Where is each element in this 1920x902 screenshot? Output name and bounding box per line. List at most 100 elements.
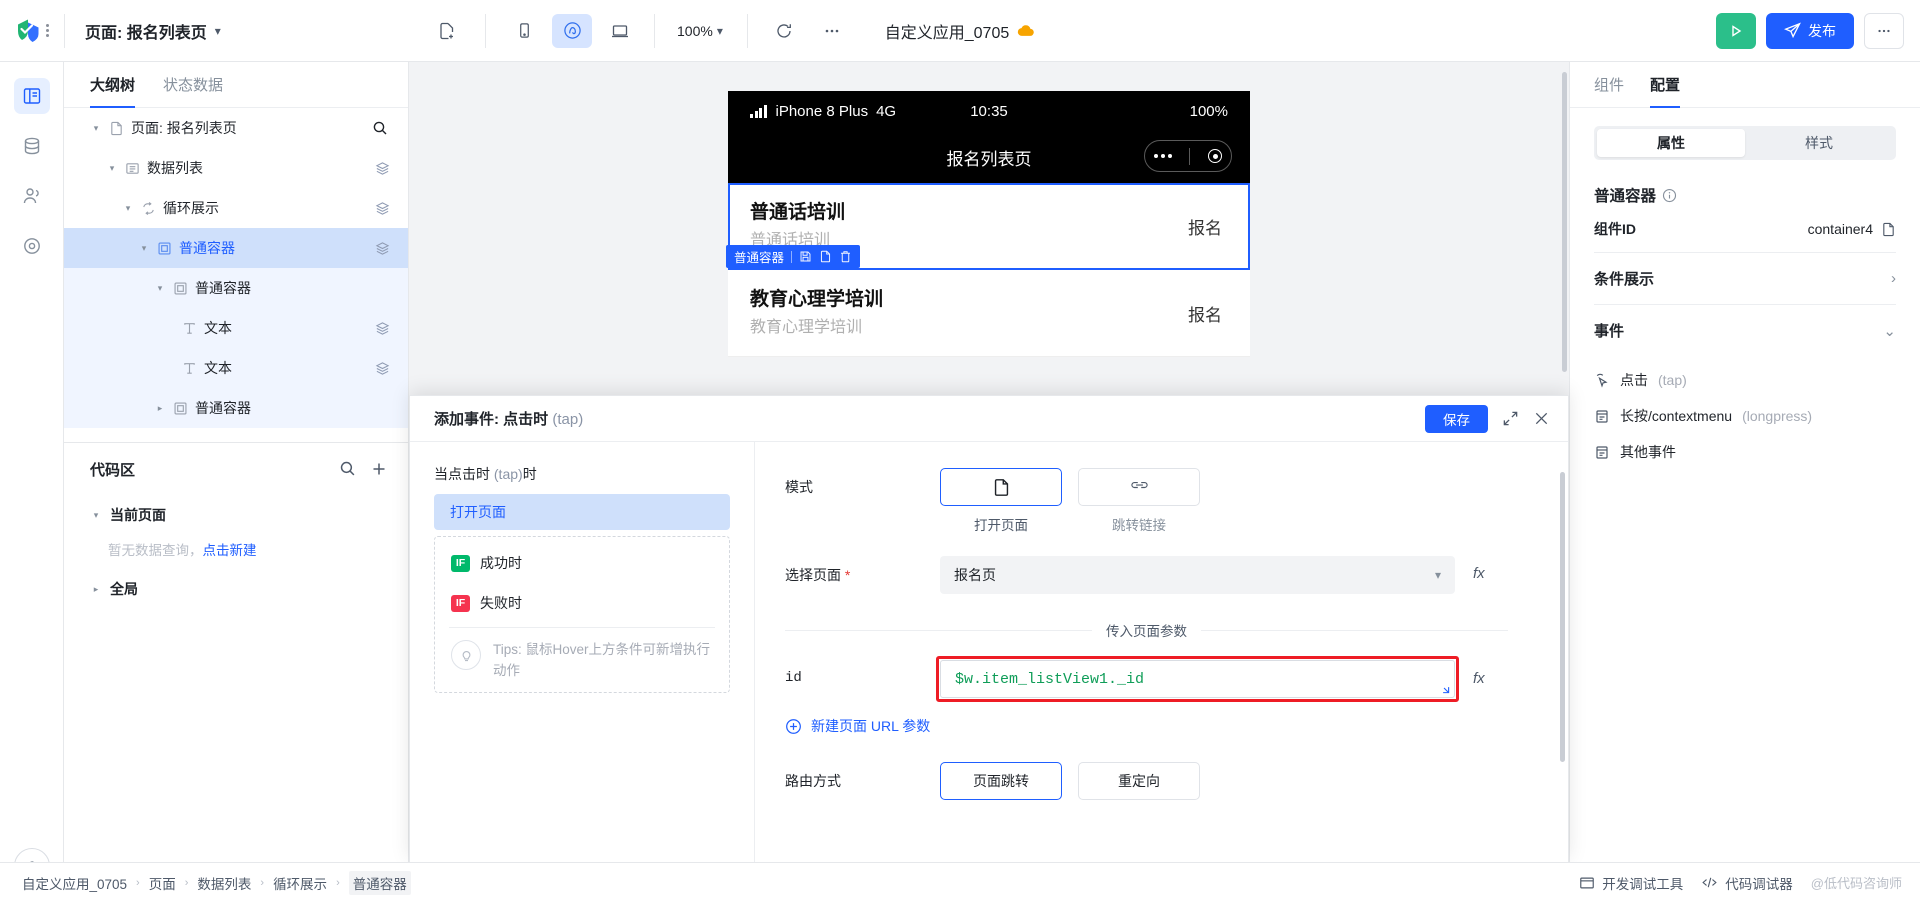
breadcrumb-item[interactable]: 自定义应用_0705 (22, 873, 127, 893)
tree-root-row[interactable]: ▾ 页面: 报名列表页 (90, 118, 237, 138)
close-circle-icon[interactable] (1208, 149, 1223, 163)
action-item-open-page[interactable]: 打开页面 (434, 494, 730, 530)
tab-state-data[interactable]: 状态数据 (163, 62, 223, 108)
breadcrumb-item[interactable]: 数据列表 (197, 873, 251, 893)
mode-option-open-page[interactable]: 打开页面 (940, 468, 1062, 534)
chevron-down-icon[interactable]: ▾ (90, 123, 102, 134)
text-icon (182, 321, 197, 336)
left-panel: 大纲树 状态数据 ▾ 页面: 报名列表页 ▾ 数据列表 ▾ 循环展示 ▾ 普通容… (64, 62, 409, 862)
ellipsis-icon[interactable] (1153, 154, 1172, 158)
chevron-down-icon[interactable]: ▾ (138, 243, 150, 254)
route-option-navigate[interactable]: 页面跳转 (940, 762, 1062, 800)
segment-styles[interactable]: 样式 (1745, 129, 1893, 157)
param-value-input[interactable]: $w.item_listView1._id (936, 656, 1459, 702)
tree-node-container-child[interactable]: ▾ 普通容器 (64, 268, 408, 308)
rail-item-settings[interactable] (14, 228, 50, 264)
preview-button[interactable] (1716, 12, 1756, 49)
tree-node-container-collapsed[interactable]: ▸ 普通容器 (64, 388, 408, 428)
route-option-redirect[interactable]: 重定向 (1078, 762, 1200, 800)
tab-components[interactable]: 组件 (1594, 62, 1624, 108)
topbar-overflow-button[interactable] (1864, 12, 1904, 49)
plus-icon[interactable] (370, 460, 388, 478)
refresh-icon[interactable] (764, 14, 804, 48)
desktop-icon[interactable] (600, 14, 640, 48)
layers-icon[interactable] (375, 361, 390, 376)
list-item-action[interactable]: 报名 (1188, 214, 1228, 239)
segment-properties[interactable]: 属性 (1597, 129, 1745, 157)
chevron-down-icon[interactable]: ▾ (122, 203, 134, 214)
section-condition-display[interactable]: 条件展示 › (1594, 252, 1896, 304)
modal-scrollbar[interactable] (1560, 472, 1565, 762)
route-label: 路由方式 (785, 773, 841, 789)
event-item-tap[interactable]: 点击 (tap) (1570, 362, 1920, 398)
event-item-longpress[interactable]: 长按/contextmenu (longpress) (1570, 398, 1920, 434)
zoom-selector[interactable]: 100% ▾ (665, 23, 735, 39)
chevron-down-icon[interactable]: ▾ (90, 510, 102, 521)
mobile-icon[interactable] (504, 14, 544, 48)
when-label: 当点击时 (tap)时 (434, 464, 730, 484)
new-page-button[interactable] (427, 14, 467, 48)
layers-icon[interactable] (375, 201, 390, 216)
search-icon[interactable] (372, 120, 388, 136)
copy-icon[interactable] (1881, 222, 1896, 237)
tree-node-datalist[interactable]: ▾ 数据列表 (64, 148, 408, 188)
section-label: 条件展示 (1594, 271, 1655, 288)
event-item-other[interactable]: 其他事件 (1570, 434, 1920, 470)
save-icon[interactable] (799, 250, 812, 263)
miniapp-icon[interactable] (552, 13, 592, 48)
list-item[interactable]: 普通容器 教育心理学培训 教育心理学培训 报名 (726, 245, 1250, 358)
chevron-right-icon[interactable]: ▸ (90, 584, 102, 595)
rail-item-layout[interactable] (13, 78, 50, 114)
fx-button-param[interactable]: fx (1473, 660, 1485, 687)
app-menu-dots-icon[interactable] (45, 24, 49, 37)
param-key-label: id (785, 670, 802, 686)
chevron-right-icon[interactable]: ▸ (154, 403, 166, 414)
breadcrumb-item[interactable]: 循环展示 (273, 873, 327, 893)
tab-outline-tree[interactable]: 大纲树 (90, 62, 136, 108)
delete-icon[interactable] (839, 250, 852, 263)
list-item-action[interactable]: 报名 (1188, 301, 1228, 326)
tree-node-text-1[interactable]: 文本 (64, 308, 408, 348)
page-selector[interactable]: 页面: 报名列表页 ▾ (65, 19, 415, 43)
search-icon[interactable] (339, 460, 356, 478)
breadcrumb-item-current[interactable]: 普通容器 (348, 870, 411, 895)
info-icon[interactable] (1662, 188, 1677, 203)
right-panel: 组件 配置 属性 样式 普通容器 组件ID container4 条件展示 › … (1569, 62, 1920, 862)
code-global-row[interactable]: ▸ 全局 (64, 569, 408, 609)
divider (485, 13, 486, 48)
select-page-dropdown[interactable]: 报名页 ▾ (940, 556, 1455, 594)
save-button[interactable]: 保存 (1425, 404, 1488, 433)
devtools-button[interactable]: 开发调试工具 (1579, 873, 1683, 893)
close-icon[interactable] (1533, 410, 1550, 427)
layers-icon[interactable] (375, 241, 390, 256)
add-url-param-button[interactable]: 新建页面 URL 参数 (755, 716, 1568, 736)
breadcrumb-item[interactable]: 页面 (149, 873, 176, 893)
chevron-down-icon[interactable]: ▾ (106, 163, 118, 174)
publish-button[interactable]: 发布 (1766, 12, 1854, 49)
code-current-page-row[interactable]: ▾ 当前页面 (64, 495, 408, 535)
fx-button-page[interactable]: fx (1473, 556, 1485, 582)
topbar-more-icon[interactable] (812, 14, 852, 48)
canvas-scrollbar[interactable] (1562, 72, 1567, 372)
section-events[interactable]: 事件 ⌄ (1594, 304, 1896, 356)
tree-node-text-2[interactable]: 文本 (64, 348, 408, 388)
code-create-link[interactable]: 点击新建 (203, 543, 257, 558)
logo-zone[interactable] (0, 0, 64, 62)
mode-option-link[interactable]: 跳转链接 (1078, 468, 1200, 534)
tree-node-container-selected[interactable]: ▾ 普通容器 (64, 228, 408, 268)
condition-failure[interactable]: IF 失败时 (435, 583, 729, 623)
chevron-down-icon[interactable]: ▾ (154, 283, 166, 294)
copy-icon[interactable] (819, 250, 832, 263)
resize-handle-icon[interactable] (1439, 683, 1450, 694)
loop-icon (141, 201, 156, 216)
layers-icon[interactable] (375, 321, 390, 336)
layers-icon[interactable] (375, 161, 390, 176)
rail-item-data[interactable] (14, 128, 50, 164)
code-debugger-button[interactable]: 代码调试器 (1701, 873, 1793, 893)
condition-success[interactable]: IF 成功时 (435, 543, 729, 583)
tab-config[interactable]: 配置 (1650, 62, 1681, 108)
expand-icon[interactable] (1502, 410, 1519, 427)
tree-node-loop[interactable]: ▾ 循环展示 (64, 188, 408, 228)
action-label: 打开页面 (450, 504, 506, 520)
rail-item-users[interactable] (14, 178, 50, 214)
